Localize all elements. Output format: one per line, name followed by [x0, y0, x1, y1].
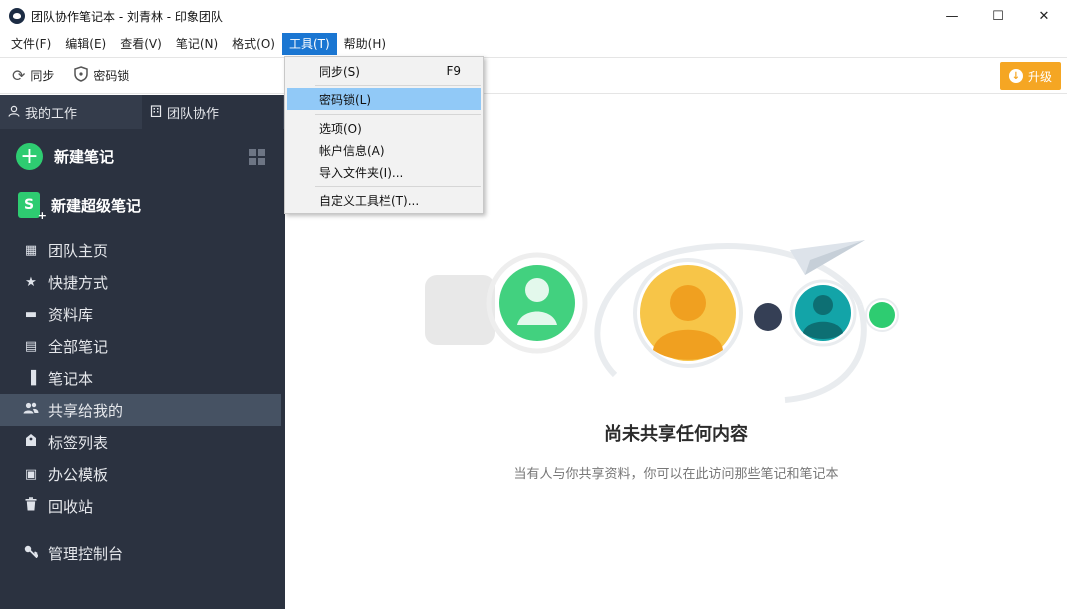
sidebar-item-label: 笔记本: [48, 369, 94, 388]
close-button[interactable]: ✕: [1021, 0, 1067, 32]
new-super-note-button[interactable]: S 新建超级笔记: [18, 192, 142, 222]
menu-item-customize-toolbar[interactable]: 自定义工具栏(T)...: [287, 189, 481, 211]
menu-item-label: 选项(O): [319, 121, 362, 136]
sidebar-item-library[interactable]: ▬ 资料库: [0, 298, 281, 330]
library-icon: ▬: [24, 306, 38, 322]
trash-icon: [22, 497, 40, 515]
minimize-button[interactable]: —: [929, 0, 975, 32]
menu-item-sync[interactable]: 同步(S) F9: [287, 60, 481, 82]
sidebar: 我的工作 团队协作 + 新建笔记 S 新建超级笔记 ▦ 团队主页 ★ 快捷方式 …: [0, 95, 285, 609]
menu-item-label: 帐户信息(A): [319, 143, 385, 158]
menu-item-label: 密码锁(L): [319, 92, 372, 107]
sidebar-item-templates[interactable]: ▣ 办公模板: [0, 458, 281, 490]
tab-my-work-label: 我的工作: [25, 106, 78, 122]
sidebar-item-shortcuts[interactable]: ★ 快捷方式: [0, 266, 281, 298]
upgrade-button[interactable]: ↓ 升级: [1000, 62, 1061, 90]
toolbar: ⟳ 同步 密码锁 ↓ 升级: [0, 57, 1067, 94]
menu-item-import-folder[interactable]: 导入文件夹(I)...: [287, 161, 481, 183]
sidebar-item-team-home[interactable]: ▦ 团队主页: [0, 234, 281, 266]
menu-item-options[interactable]: 选项(O): [287, 117, 481, 139]
empty-state-title: 尚未共享任何内容: [604, 424, 748, 445]
sidebar-item-all-notes[interactable]: ▤ 全部笔记: [0, 330, 281, 362]
people-icon: [22, 402, 40, 418]
menu-tools[interactable]: 工具(T): [281, 33, 337, 55]
note-icon: ▤: [24, 338, 38, 354]
sidebar-item-label: 快捷方式: [48, 273, 109, 292]
grid-view-icon[interactable]: [249, 149, 265, 165]
menu-file[interactable]: 文件(F): [4, 33, 58, 55]
tab-team-collab-label: 团队协作: [167, 106, 220, 122]
plus-icon: +: [16, 143, 43, 170]
sidebar-item-label: 全部笔记: [48, 337, 109, 356]
sidebar-item-notebooks[interactable]: ▐ 笔记本: [0, 362, 281, 394]
sync-label: 同步: [30, 69, 55, 83]
star-icon: ★: [25, 274, 37, 290]
template-icon: ▣: [24, 466, 38, 482]
maximize-button[interactable]: ☐: [975, 0, 1021, 32]
sidebar-item-label: 资料库: [48, 305, 94, 324]
tools-dropdown-menu: 同步(S) F9 密码锁(L) 选项(O) 帐户信息(A) 导入文件夹(I)..…: [284, 56, 484, 214]
key-icon: [22, 544, 40, 562]
upgrade-label: 升级: [1027, 69, 1052, 84]
building-icon: ▦: [24, 242, 38, 258]
window-controls: — ☐ ✕: [929, 0, 1067, 32]
menu-item-label: 同步(S): [319, 64, 360, 79]
tab-team-collab[interactable]: 团队协作: [142, 95, 284, 129]
menu-note[interactable]: 笔记(N): [169, 33, 225, 55]
admin-console-section: 管理控制台: [0, 537, 281, 569]
sidebar-item-label: 团队主页: [48, 241, 109, 260]
notebook-icon: ▐: [26, 370, 36, 386]
menu-item-account-info[interactable]: 帐户信息(A): [287, 139, 481, 161]
super-note-icon: S: [18, 192, 47, 222]
sidebar-item-label: 标签列表: [48, 433, 109, 452]
evernote-logo-icon: [9, 8, 25, 24]
menu-item-label: 自定义工具栏(T)...: [319, 193, 420, 208]
tab-my-work[interactable]: 我的工作: [0, 95, 142, 129]
sidebar-item-label: 管理控制台: [48, 544, 124, 563]
new-note-button[interactable]: + 新建笔记: [16, 143, 114, 170]
sidebar-item-label: 回收站: [48, 497, 94, 516]
window-title: 团队协作笔记本 - 刘青林 - 印象团队: [31, 9, 223, 24]
sidebar-item-admin-console[interactable]: 管理控制台: [0, 537, 281, 569]
empty-state-description: 当有人与你共享资料，你可以在此访问那些笔记和笔记本: [513, 467, 839, 482]
menu-help[interactable]: 帮助(H): [337, 33, 393, 55]
sync-button[interactable]: ⟳ 同步: [4, 61, 62, 91]
new-note-label: 新建笔记: [54, 148, 115, 166]
new-super-note-label: 新建超级笔记: [51, 196, 142, 215]
menu-separator: [315, 186, 481, 187]
menu-separator: [315, 85, 481, 86]
user-icon: [8, 105, 20, 120]
menu-item-password-lock[interactable]: 密码锁(L): [287, 88, 481, 110]
menu-view[interactable]: 查看(V): [113, 33, 169, 55]
title-bar: 团队协作笔记本 - 刘青林 - 印象团队 — ☐ ✕: [0, 0, 1067, 32]
sidebar-nav: ▦ 团队主页 ★ 快捷方式 ▬ 资料库 ▤ 全部笔记 ▐ 笔记本 共享给我的 标…: [0, 234, 285, 522]
arrow-down-icon: ↓: [1008, 69, 1023, 83]
menu-item-shortcut: F9: [446, 64, 461, 78]
sidebar-item-trash[interactable]: 回收站: [0, 490, 281, 522]
sidebar-item-tags[interactable]: 标签列表: [0, 426, 281, 458]
sync-icon: ⟳: [12, 66, 26, 85]
tag-icon: [22, 433, 40, 451]
menu-separator: [315, 114, 481, 115]
sidebar-item-shared-with-me[interactable]: 共享给我的: [0, 394, 281, 426]
menu-edit[interactable]: 编辑(E): [58, 33, 113, 55]
menu-bar: 文件(F) 编辑(E) 查看(V) 笔记(N) 格式(O) 工具(T) 帮助(H…: [0, 32, 1067, 56]
sidebar-tabs: 我的工作 团队协作: [0, 95, 285, 129]
menu-item-label: 导入文件夹(I)...: [319, 165, 404, 180]
sidebar-item-label: 共享给我的: [48, 401, 124, 420]
menu-format[interactable]: 格式(O): [225, 33, 282, 55]
password-lock-label: 密码锁: [93, 69, 130, 83]
sidebar-item-label: 办公模板: [48, 465, 109, 484]
shield-icon: [74, 65, 89, 86]
building-icon: [150, 104, 162, 120]
password-lock-button[interactable]: 密码锁: [66, 61, 137, 91]
